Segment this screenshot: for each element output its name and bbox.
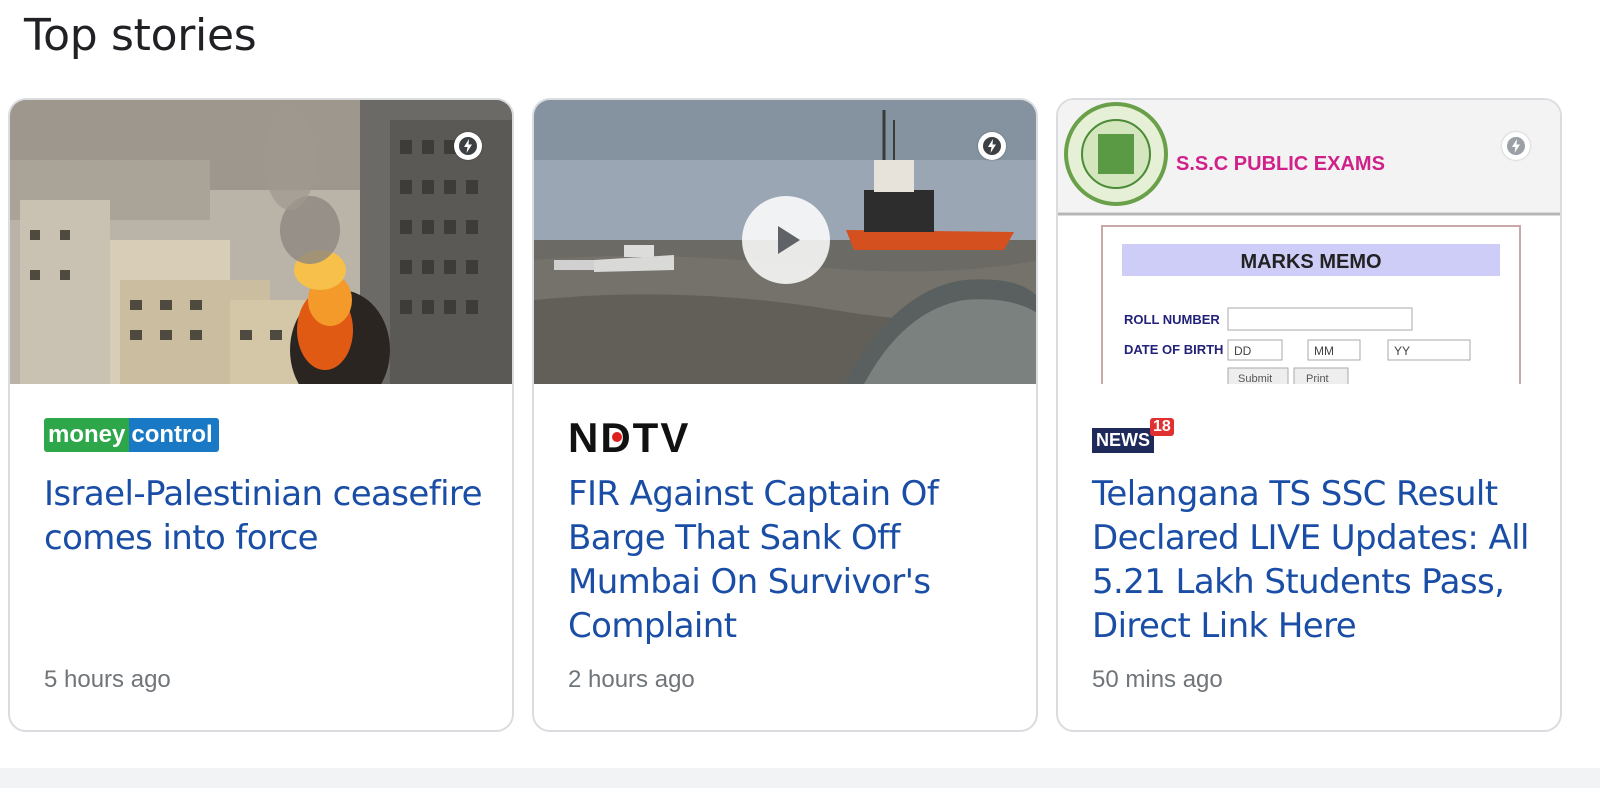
- ssc-marks-memo-form: S.S.C PUBLIC EXAMS MARKS MEMO ROLL NUMBE…: [1058, 100, 1560, 384]
- svg-text:YY: YY: [1394, 344, 1410, 358]
- story-headline[interactable]: Israel-Palestinian ceasefire comes into …: [44, 472, 494, 560]
- story-card[interactable]: money control Israel-Palestinian ceasefir…: [8, 98, 514, 732]
- story-timestamp: 2 hours ago: [568, 666, 695, 693]
- top-stories-carousel: money control Israel-Palestinian ceasefir…: [8, 98, 1598, 748]
- amp-lightning-icon: [454, 132, 482, 160]
- story-card[interactable]: NDTV FIR Against Captain Of Barge That S…: [532, 98, 1038, 732]
- source-logo-moneycontrol: money control: [44, 418, 219, 458]
- amp-lightning-icon: [978, 132, 1006, 160]
- story-card[interactable]: S.S.C PUBLIC EXAMS MARKS MEMO ROLL NUMBE…: [1056, 98, 1562, 732]
- city-explosion-image: [10, 100, 512, 384]
- svg-text:DD: DD: [1234, 344, 1252, 358]
- marks-memo-title: MARKS MEMO: [1240, 251, 1381, 273]
- source-logo-ndtv: NDTV: [568, 414, 691, 461]
- story-thumbnail[interactable]: [10, 100, 512, 384]
- story-video-thumbnail[interactable]: [534, 100, 1036, 384]
- story-headline[interactable]: Telangana TS SSC Result Declared LIVE Up…: [1092, 472, 1542, 648]
- section-title: Top stories: [24, 10, 257, 61]
- story-thumbnail[interactable]: S.S.C PUBLIC EXAMS MARKS MEMO ROLL NUMBE…: [1058, 100, 1560, 384]
- play-video-button[interactable]: [742, 196, 830, 284]
- svg-text:Submit: Submit: [1238, 373, 1272, 384]
- section-divider: [0, 768, 1600, 788]
- play-icon: [778, 226, 800, 254]
- svg-text:Print: Print: [1306, 373, 1329, 384]
- roll-number-label: ROLL NUMBER: [1124, 312, 1220, 327]
- ssc-banner-text: S.S.C PUBLIC EXAMS: [1176, 153, 1385, 175]
- story-timestamp: 5 hours ago: [44, 666, 171, 693]
- story-timestamp: 50 mins ago: [1092, 666, 1223, 693]
- source-logo-news18: NEWS 18: [1092, 418, 1174, 458]
- story-headline[interactable]: FIR Against Captain Of Barge That Sank O…: [568, 472, 1018, 648]
- dob-label: DATE OF BIRTH: [1124, 342, 1223, 357]
- svg-text:MM: MM: [1314, 344, 1334, 358]
- amp-lightning-icon: [1502, 132, 1530, 160]
